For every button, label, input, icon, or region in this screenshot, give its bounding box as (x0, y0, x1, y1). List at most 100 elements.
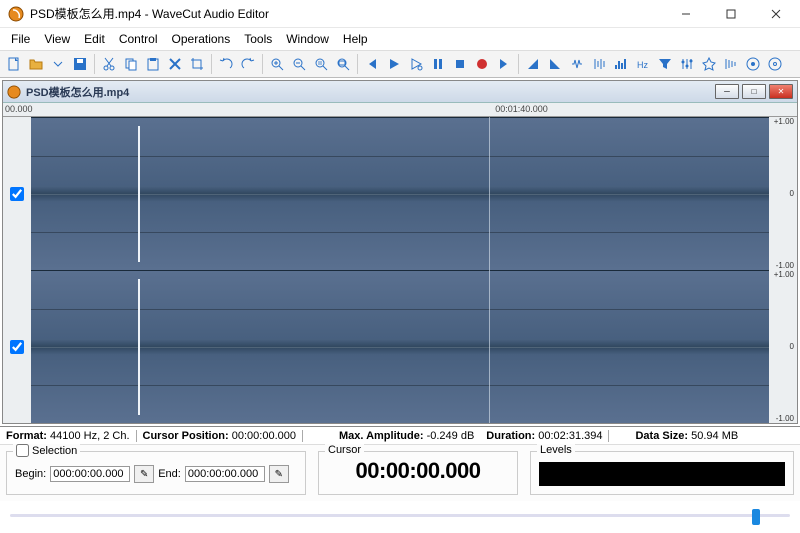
selection-begin-pick-button[interactable]: ✎ (134, 465, 154, 483)
menu-tools[interactable]: Tools (237, 32, 279, 46)
status-dur-value: 00:02:31.394 (538, 430, 602, 442)
timeline-ruler[interactable]: 00.000 00:01:40.000 (3, 103, 797, 117)
channel-2-checkbox[interactable] (10, 340, 24, 354)
playhead-marker (489, 117, 490, 423)
y-label: -1.00 (776, 261, 794, 270)
frequency-icon[interactable]: Hz (633, 54, 653, 74)
selection-begin-input[interactable] (50, 466, 130, 482)
play-icon[interactable] (384, 54, 404, 74)
pause-icon[interactable] (428, 54, 448, 74)
title-bar: PSD模板怎么用.mp4 - WaveCut Audio Editor (0, 0, 800, 28)
zoom-fit-icon[interactable] (333, 54, 353, 74)
selection-group: Selection Begin: ✎ End: ✎ (6, 451, 306, 495)
fade-out-icon[interactable] (545, 54, 565, 74)
zoom-slider-track[interactable] (10, 514, 790, 517)
reverb-icon[interactable] (721, 54, 741, 74)
cut-icon[interactable] (99, 54, 119, 74)
document-title: PSD模板怎么用.mp4 (26, 84, 715, 100)
mixer-icon[interactable] (677, 54, 697, 74)
cursor-time-display: 00:00:00.000 (327, 458, 509, 484)
doc-close-button[interactable]: ✕ (769, 84, 793, 99)
time-label-start: 00.000 (5, 104, 33, 114)
zoom-slider-thumb[interactable] (752, 509, 760, 525)
channel-checks (3, 117, 31, 423)
waveform-area[interactable] (31, 117, 769, 423)
doc-minimize-button[interactable]: ─ (715, 84, 739, 99)
document-title-bar: PSD模板怎么用.mp4 ─ □ ✕ (3, 81, 797, 103)
play-loop-icon[interactable] (406, 54, 426, 74)
menu-file[interactable]: File (4, 32, 37, 46)
status-amp-label: Max. Amplitude: (339, 430, 424, 442)
redo-icon[interactable] (238, 54, 258, 74)
waveform-channel-2[interactable] (31, 270, 769, 423)
normalize-icon[interactable] (567, 54, 587, 74)
menu-help[interactable]: Help (336, 32, 375, 46)
fade-in-icon[interactable] (523, 54, 543, 74)
doc-app-icon (7, 85, 21, 99)
cursor-group: Cursor 00:00:00.000 (318, 451, 518, 495)
delete-icon[interactable] (165, 54, 185, 74)
menu-operations[interactable]: Operations (165, 32, 238, 46)
status-cursor-value: 00:00:00.000 (232, 430, 296, 442)
maximize-button[interactable] (708, 0, 753, 28)
y-label: -1.00 (776, 414, 794, 423)
y-label: +1.00 (774, 270, 794, 279)
amplify-icon[interactable] (589, 54, 609, 74)
svg-text:Hz: Hz (637, 60, 648, 70)
equalizer-icon[interactable] (611, 54, 631, 74)
selection-begin-label: Begin: (15, 468, 46, 480)
selection-end-input[interactable] (185, 466, 265, 482)
crop-icon[interactable] (187, 54, 207, 74)
doc-maximize-button[interactable]: □ (742, 84, 766, 99)
menu-bar: File View Edit Control Operations Tools … (0, 28, 800, 50)
selection-legend: Selection (32, 445, 77, 457)
skip-start-icon[interactable] (362, 54, 382, 74)
menu-view[interactable]: View (37, 32, 77, 46)
minimize-button[interactable] (663, 0, 708, 28)
zoom-in-icon[interactable] (267, 54, 287, 74)
y-label: 0 (790, 189, 794, 198)
menu-window[interactable]: Window (279, 32, 336, 46)
open-folder-icon[interactable] (26, 54, 46, 74)
levels-group: Levels (530, 451, 794, 495)
settings-icon[interactable] (743, 54, 763, 74)
cd-icon[interactable] (765, 54, 785, 74)
status-cursor-label: Cursor Position: (143, 430, 229, 442)
status-size-label: Data Size: (635, 430, 688, 442)
y-label: +1.00 (774, 117, 794, 126)
effects-icon[interactable] (699, 54, 719, 74)
window-title: PSD模板怎么用.mp4 - WaveCut Audio Editor (30, 5, 663, 22)
zoom-slider-row (0, 501, 800, 525)
filter-icon[interactable] (655, 54, 675, 74)
cursor-legend: Cursor (328, 444, 361, 456)
status-format-label: Format: (6, 430, 47, 442)
menu-control[interactable]: Control (112, 32, 165, 46)
channel-1-checkbox[interactable] (10, 187, 24, 201)
save-icon[interactable] (70, 54, 90, 74)
stop-icon[interactable] (450, 54, 470, 74)
time-label-mid: 00:01:40.000 (495, 104, 548, 114)
document-window: PSD模板怎么用.mp4 ─ □ ✕ 00.000 00:01:40.000 (2, 80, 798, 424)
new-file-icon[interactable] (4, 54, 24, 74)
skip-end-icon[interactable] (494, 54, 514, 74)
undo-icon[interactable] (216, 54, 236, 74)
levels-meter (539, 462, 785, 486)
status-format-value: 44100 Hz, 2 Ch. (50, 430, 130, 442)
copy-icon[interactable] (121, 54, 141, 74)
zoom-out-icon[interactable] (289, 54, 309, 74)
dropdown-arrow-icon[interactable] (48, 54, 68, 74)
selection-enable-checkbox[interactable] (16, 444, 29, 457)
menu-edit[interactable]: Edit (77, 32, 112, 46)
app-icon (8, 6, 24, 22)
status-bar: Format: 44100 Hz, 2 Ch. Cursor Position:… (0, 426, 800, 444)
paste-icon[interactable] (143, 54, 163, 74)
close-button[interactable] (753, 0, 798, 28)
toolbar: Hz (0, 50, 800, 78)
record-icon[interactable] (472, 54, 492, 74)
selection-end-pick-button[interactable]: ✎ (269, 465, 289, 483)
status-amp-value: -0.249 dB (427, 430, 475, 442)
bottom-panel: Selection Begin: ✎ End: ✎ Cursor 00:00:0… (0, 444, 800, 501)
waveform-channel-1[interactable] (31, 117, 769, 270)
zoom-selection-icon[interactable] (311, 54, 331, 74)
amplitude-axis: +1.000-1.00 +1.000-1.00 (769, 117, 797, 423)
